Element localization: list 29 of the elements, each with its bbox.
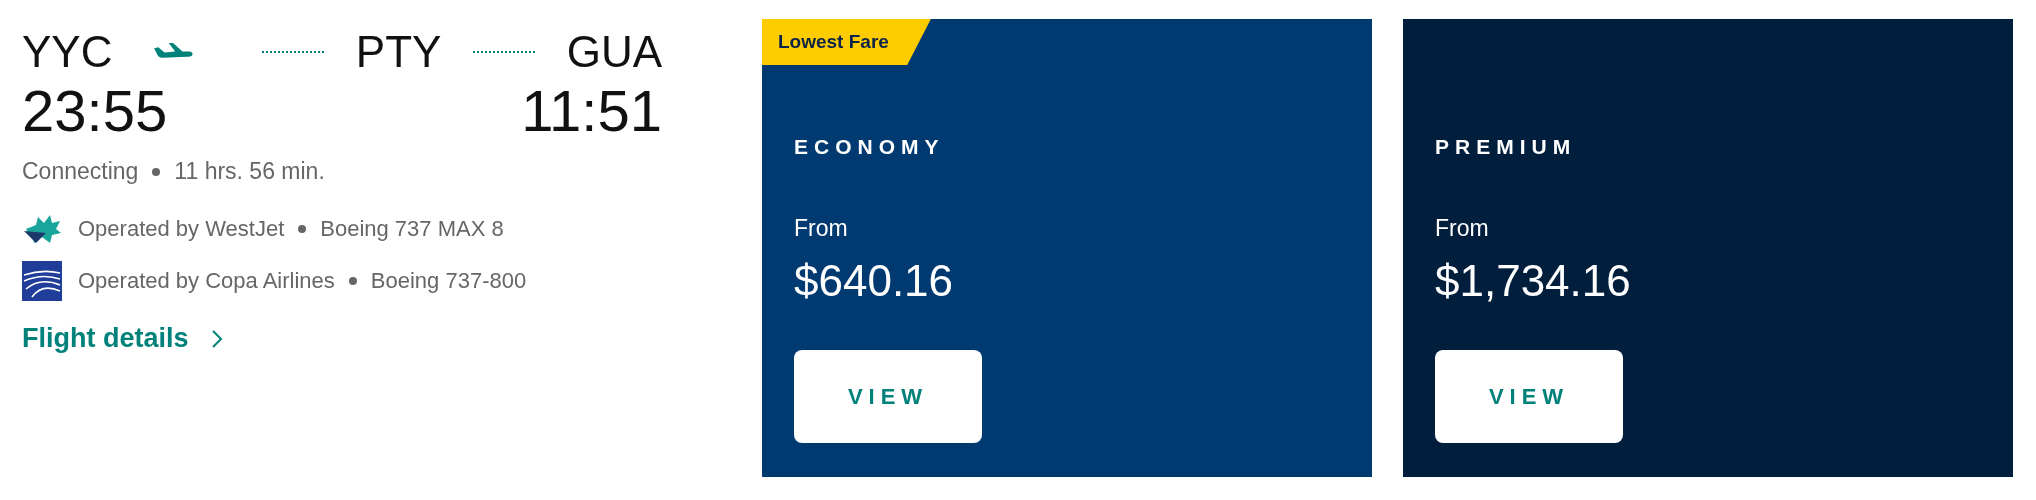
chevron-right-icon bbox=[210, 328, 223, 349]
cabin-title: PREMIUM bbox=[1435, 135, 1577, 159]
stop-type: Connecting bbox=[22, 158, 139, 185]
fare-price: $640.16 bbox=[794, 256, 954, 306]
view-button[interactable]: VIEW bbox=[794, 350, 982, 443]
bullet-icon bbox=[348, 277, 357, 285]
wing-stripes-logo-icon bbox=[22, 261, 62, 301]
from-label: From bbox=[1435, 215, 1489, 242]
departure-time: 23:55 bbox=[22, 77, 168, 144]
dotted-line bbox=[262, 51, 324, 53]
aircraft-text: Boeing 737-800 bbox=[370, 268, 527, 294]
destination-code: GUA bbox=[566, 27, 662, 77]
arrival-time: 11:51 bbox=[521, 77, 662, 144]
maple-leaf-logo-icon bbox=[22, 213, 62, 245]
aircraft-text: Boeing 737 MAX 8 bbox=[320, 216, 504, 242]
duration: 11 hrs. 56 min. bbox=[174, 158, 325, 185]
bullet-icon bbox=[298, 225, 307, 233]
flight-details-link[interactable]: Flight details bbox=[22, 323, 223, 354]
bullet-icon bbox=[152, 167, 161, 176]
fare-price: $1,734.16 bbox=[1435, 256, 1631, 306]
carrier-text: Operated by WestJet bbox=[78, 216, 285, 242]
origin-code: YYC bbox=[22, 27, 113, 77]
dotted-line bbox=[473, 51, 535, 53]
from-label: From bbox=[794, 215, 848, 242]
carrier-text: Operated by Copa Airlines bbox=[78, 268, 335, 294]
view-button[interactable]: VIEW bbox=[1435, 350, 1623, 443]
cabin-title: ECONOMY bbox=[794, 135, 945, 159]
connection-code: PTY bbox=[355, 27, 442, 77]
lowest-fare-badge: Lowest Fare bbox=[762, 19, 931, 65]
